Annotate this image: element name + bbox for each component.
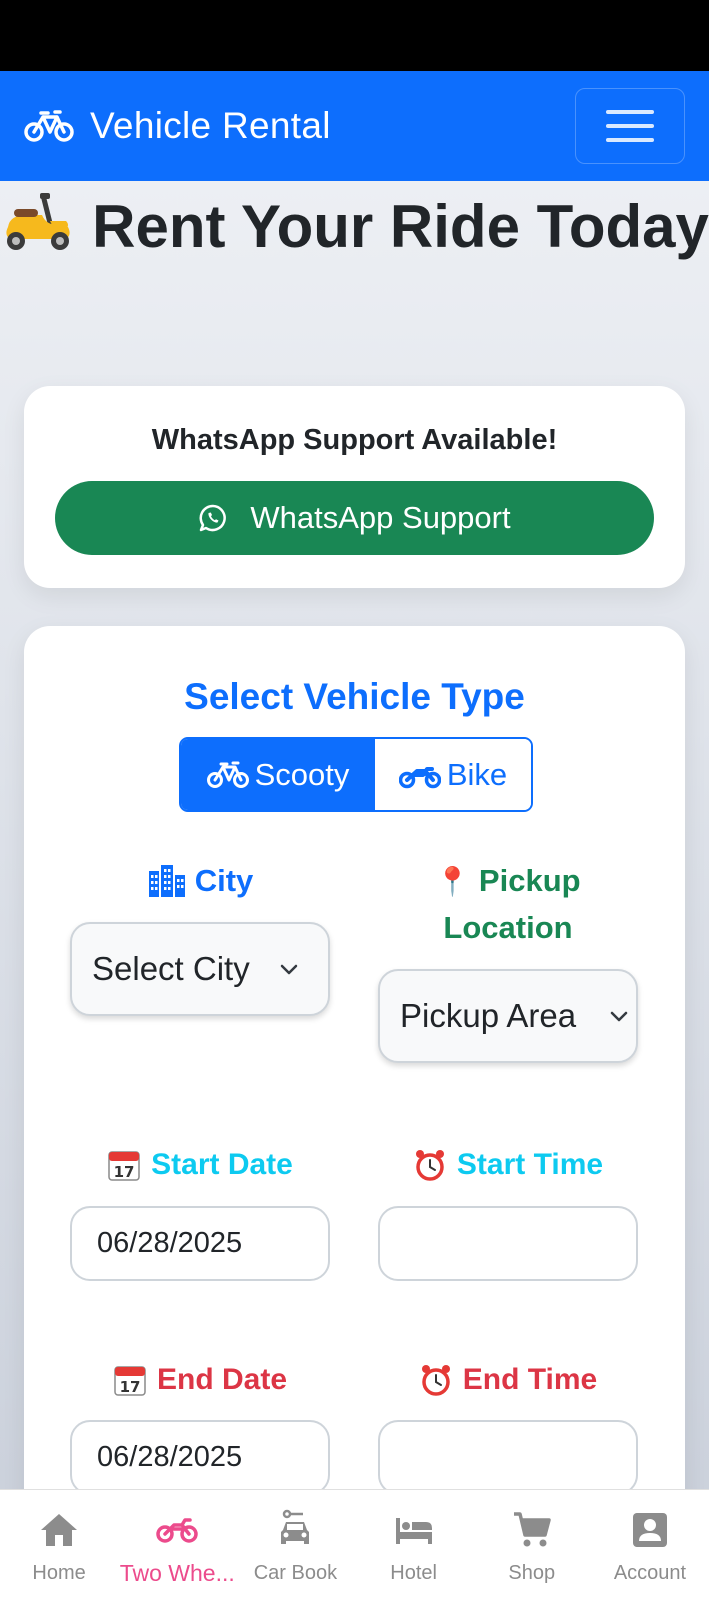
end-date-value: 06/28/2025 xyxy=(97,1441,243,1473)
nav-item-shop[interactable]: Shop xyxy=(473,1490,591,1600)
bicycle-icon xyxy=(206,761,249,788)
pickup-area-select[interactable]: Pickup Area xyxy=(378,969,638,1063)
end-time-label-text: End Time xyxy=(462,1363,598,1396)
nav-item-home[interactable]: Home xyxy=(0,1490,118,1600)
brand-title: Vehicle Rental xyxy=(90,105,331,146)
calendar-emoji-icon: 17 xyxy=(108,1151,140,1181)
city-select-value: Select City xyxy=(92,950,250,987)
start-date-label-text: Start Date xyxy=(151,1148,293,1181)
nav-label-account: Account xyxy=(613,1562,687,1584)
city-icon xyxy=(148,865,185,897)
chevron-down-icon xyxy=(610,1011,628,1022)
cart-icon xyxy=(513,1512,551,1547)
alarm-clock-emoji-icon xyxy=(421,1365,450,1396)
start-date-value: 06/28/2025 xyxy=(97,1227,243,1259)
pickup-select-value: Pickup Area xyxy=(400,997,577,1034)
svg-text:17: 17 xyxy=(120,1378,141,1396)
hero-title-text: Rent Your Ride Today xyxy=(92,193,709,260)
account-icon xyxy=(632,1513,667,1547)
whatsapp-icon xyxy=(199,504,227,532)
page-title: Rent Your Ride Today xyxy=(0,188,709,266)
city-label-text: City xyxy=(194,863,254,898)
whatsapp-heading: WhatsApp Support Available! xyxy=(151,424,558,456)
menu-toggle-button[interactable] xyxy=(575,88,685,164)
start-time-label: Start Time xyxy=(378,1148,638,1182)
scooty-label: Scooty xyxy=(254,756,350,792)
end-time-input[interactable] xyxy=(378,1420,638,1495)
end-time-label: End Time xyxy=(378,1363,638,1397)
navbar: Vehicle Rental xyxy=(0,71,709,181)
start-time-input[interactable] xyxy=(378,1206,638,1281)
start-date-label: 17 Start Date xyxy=(70,1148,330,1182)
booking-form-card: Select Vehicle Type Scooty Bike City 📍 P… xyxy=(24,626,685,1600)
whatsapp-button-label: WhatsApp Support xyxy=(250,500,511,535)
whatsapp-support-button[interactable]: WhatsApp Support xyxy=(55,481,654,555)
motorcycle-icon xyxy=(156,1518,198,1543)
scooter-emoji-icon xyxy=(6,193,70,250)
nav-item-hotel[interactable]: Hotel xyxy=(355,1490,473,1600)
pin-emoji-icon: 📍 xyxy=(435,866,471,897)
nav-item-account[interactable]: Account xyxy=(591,1490,709,1600)
end-date-label-text: End Date xyxy=(156,1363,288,1396)
start-date-input[interactable]: 06/28/2025 xyxy=(70,1206,330,1281)
nav-label-hotel: Hotel xyxy=(390,1562,437,1584)
pickup-location-label: 📍 Pickup Location xyxy=(378,858,638,951)
end-date-label: 17 End Date xyxy=(70,1363,330,1397)
hamburger-menu-icon xyxy=(606,110,654,114)
alarm-clock-emoji-icon xyxy=(415,1150,444,1181)
start-time-label-text: Start Time xyxy=(456,1148,604,1181)
svg-text:17: 17 xyxy=(114,1163,135,1181)
navbar-brand[interactable]: Vehicle Rental xyxy=(24,105,331,147)
vehicle-type-toggle: Scooty Bike xyxy=(179,737,533,812)
nav-label-two-wheeler: Two Whe... xyxy=(119,1560,235,1586)
nav-label-car-book: Car Book xyxy=(253,1562,338,1584)
motorcycle-icon xyxy=(398,766,441,788)
nav-label-shop: Shop xyxy=(508,1562,556,1584)
bike-label: Bike xyxy=(446,756,508,792)
vehicle-type-title: Select Vehicle Type xyxy=(184,676,525,717)
bed-icon xyxy=(395,1518,432,1544)
bicycle-icon xyxy=(24,110,74,142)
end-date-input[interactable]: 06/28/2025 xyxy=(70,1420,330,1495)
bottom-navigation: Home Two Whe... Car Book Hotel Shop Acco… xyxy=(0,1489,709,1600)
nav-item-two-wheeler[interactable]: Two Whe... xyxy=(118,1490,236,1600)
chevron-down-icon xyxy=(280,964,298,975)
whatsapp-support-card: WhatsApp Support Available! WhatsApp Sup… xyxy=(24,386,685,588)
nav-item-car-book[interactable]: Car Book xyxy=(236,1490,354,1600)
scooty-option-button[interactable]: Scooty xyxy=(181,739,375,810)
calendar-emoji-icon: 17 xyxy=(114,1366,146,1396)
car-icon xyxy=(281,1509,310,1544)
home-icon xyxy=(41,1514,78,1546)
bike-option-button[interactable]: Bike xyxy=(375,739,531,810)
nav-label-home: Home xyxy=(32,1562,86,1584)
city-select[interactable]: Select City xyxy=(70,922,330,1016)
status-bar xyxy=(0,0,709,71)
city-label: City xyxy=(70,858,330,904)
